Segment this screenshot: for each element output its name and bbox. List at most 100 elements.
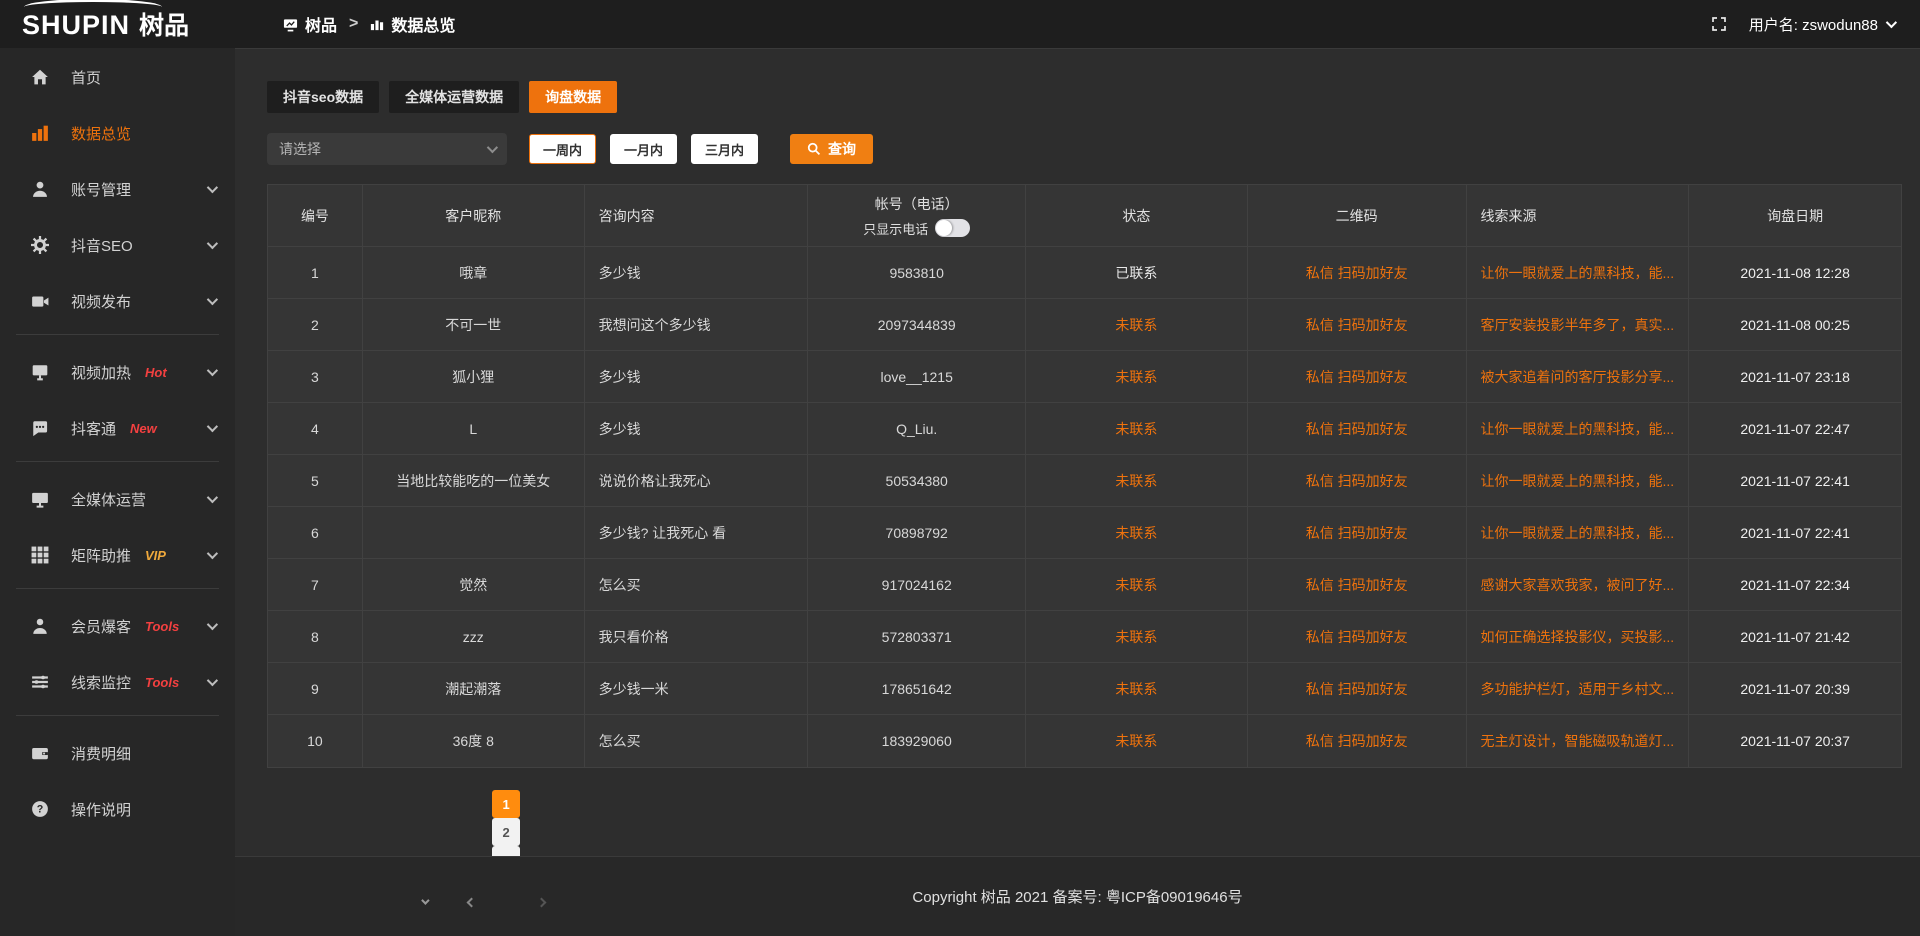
cell-no: 10	[268, 715, 363, 767]
cell-status: 未联系	[1026, 507, 1248, 559]
monitor-icon	[30, 490, 49, 509]
sidebar-divider	[16, 461, 219, 462]
cell-qr-action[interactable]: 私信 扫码加好友	[1248, 247, 1467, 299]
table-body: 1哦章多少钱9583810已联系私信 扫码加好友让你一眼就爱上的黑科技，能...…	[268, 247, 1901, 767]
cell-inquiry: 多少钱	[585, 247, 809, 299]
tab-omni-media-data[interactable]: 全媒体运营数据	[389, 81, 519, 113]
sidebar-item-member-burst[interactable]: 会员爆客 Tools	[0, 603, 235, 649]
grid-icon	[30, 546, 49, 565]
cell-account: Q_Liu.	[808, 403, 1026, 455]
page-button-1[interactable]: 1	[492, 790, 520, 818]
sidebar-item-data-overview[interactable]: 数据总览	[0, 110, 235, 156]
cell-inquiry: 怎么买	[585, 559, 809, 611]
cell-qr-action[interactable]: 私信 扫码加好友	[1248, 663, 1467, 715]
chevron-down-icon	[207, 238, 218, 249]
page-button-2[interactable]: 2	[492, 818, 520, 846]
range-week-button[interactable]: 一周内	[529, 134, 596, 164]
cell-status: 未联系	[1026, 611, 1248, 663]
cell-account: 2097344839	[808, 299, 1026, 351]
cell-qr-action[interactable]: 私信 扫码加好友	[1248, 351, 1467, 403]
cell-date: 2021-11-07 20:37	[1689, 715, 1901, 767]
sidebar-item-label: 线索监控	[71, 672, 131, 693]
cell-source-link[interactable]: 让你一眼就爱上的黑科技，能...	[1467, 507, 1690, 559]
chevron-down-icon	[207, 365, 218, 376]
fullscreen-icon[interactable]	[1711, 16, 1727, 32]
cell-inquiry: 多少钱? 让我死心 看	[585, 507, 809, 559]
tab-douyin-seo-data[interactable]: 抖音seo数据	[267, 81, 379, 113]
sidebar-item-home[interactable]: 首页	[0, 54, 235, 100]
cell-qr-action[interactable]: 私信 扫码加好友	[1248, 715, 1467, 767]
cell-qr-action[interactable]: 私信 扫码加好友	[1248, 403, 1467, 455]
cell-source-link[interactable]: 无主灯设计，智能磁吸轨道灯...	[1467, 715, 1690, 767]
phone-only-toggle[interactable]	[935, 219, 970, 237]
cell-qr-action[interactable]: 私信 扫码加好友	[1248, 559, 1467, 611]
sidebar-item-matrix-boost[interactable]: 矩阵助推 VIP	[0, 532, 235, 578]
breadcrumb-separator: >	[349, 15, 358, 33]
cell-qr-action[interactable]: 私信 扫码加好友	[1248, 611, 1467, 663]
sidebar-divider	[16, 334, 219, 335]
cell-no: 3	[268, 351, 363, 403]
cell-status: 未联系	[1026, 715, 1248, 767]
cell-nickname	[363, 507, 585, 559]
sidebar-item-expense-detail[interactable]: 消费明细	[0, 730, 235, 776]
cell-date: 2021-11-07 22:47	[1689, 403, 1901, 455]
cell-source-link[interactable]: 让你一眼就爱上的黑科技，能...	[1467, 403, 1690, 455]
sidebar-item-douyin-seo[interactable]: 抖音SEO	[0, 222, 235, 268]
person-icon	[30, 617, 49, 636]
new-badge: New	[130, 421, 157, 436]
user-menu[interactable]: 用户名: zswodun88	[1749, 14, 1894, 35]
phone-only-row: 只显示电话	[863, 219, 970, 238]
cell-source-link[interactable]: 感谢大家喜欢我家，被问了好...	[1467, 559, 1690, 611]
sidebar-item-lead-monitor[interactable]: 线索监控 Tools	[0, 659, 235, 705]
cell-source-link[interactable]: 让你一眼就爱上的黑科技，能...	[1467, 247, 1690, 299]
cell-nickname: 觉然	[363, 559, 585, 611]
chevron-down-icon	[1886, 17, 1897, 28]
cell-status: 未联系	[1026, 351, 1248, 403]
cell-qr-action[interactable]: 私信 扫码加好友	[1248, 507, 1467, 559]
query-button[interactable]: 查询	[790, 134, 873, 164]
sidebar-item-account-management[interactable]: 账号管理	[0, 166, 235, 212]
breadcrumb-item-home[interactable]: 树品	[283, 12, 337, 36]
range-month-button[interactable]: 一月内	[610, 134, 677, 164]
table-row: 7觉然怎么买917024162未联系私信 扫码加好友感谢大家喜欢我家，被问了好.…	[268, 559, 1901, 611]
app-root: SHUPIN 树品 树品 > 数据总览 用户名: zswodun88	[0, 0, 1920, 936]
breadcrumb: 树品 > 数据总览	[235, 12, 455, 36]
cell-source-link[interactable]: 被大家追着问的客厅投影分享...	[1467, 351, 1690, 403]
cell-qr-action[interactable]: 私信 扫码加好友	[1248, 299, 1467, 351]
main-content: 抖音seo数据 全媒体运营数据 询盘数据 请选择 一周内 一月内 三月内	[235, 49, 1920, 856]
cell-qr-action[interactable]: 私信 扫码加好友	[1248, 455, 1467, 507]
cell-date: 2021-11-07 21:42	[1689, 611, 1901, 663]
tab-inquiry-data[interactable]: 询盘数据	[529, 81, 617, 113]
chevron-down-icon	[207, 675, 218, 686]
cell-source-link[interactable]: 多功能护栏灯，适用于乡村文...	[1467, 663, 1690, 715]
sidebar-item-video-publish[interactable]: 视频发布	[0, 278, 235, 324]
table-row: 5当地比较能吃的一位美女说说价格让我死心50534380未联系私信 扫码加好友让…	[268, 455, 1901, 507]
sidebar-item-label: 全媒体运营	[71, 489, 146, 510]
cell-account: 9583810	[808, 247, 1026, 299]
table-row: 9潮起潮落多少钱一米178651642未联系私信 扫码加好友多功能护栏灯，适用于…	[268, 663, 1901, 715]
filter-select[interactable]: 请选择	[267, 133, 507, 165]
hot-badge: Hot	[145, 365, 167, 380]
cell-date: 2021-11-07 23:18	[1689, 351, 1901, 403]
username: 用户名: zswodun88	[1749, 14, 1878, 35]
sidebar-item-omni-media[interactable]: 全媒体运营	[0, 476, 235, 522]
cell-date: 2021-11-08 12:28	[1689, 247, 1901, 299]
col-header-source: 线索来源	[1467, 185, 1690, 247]
cell-account: 917024162	[808, 559, 1026, 611]
cell-source-link[interactable]: 如何正确选择投影仪，买投影...	[1467, 611, 1690, 663]
cell-nickname: 不可一世	[363, 299, 585, 351]
breadcrumb-item-current[interactable]: 数据总览	[370, 12, 455, 36]
range-quarter-button[interactable]: 三月内	[691, 134, 758, 164]
help-icon: ?	[30, 800, 49, 819]
cell-inquiry: 我想问这个多少钱	[585, 299, 809, 351]
cell-nickname: 哦章	[363, 247, 585, 299]
cell-source-link[interactable]: 让你一眼就爱上的黑科技，能...	[1467, 455, 1690, 507]
sidebar-item-instructions[interactable]: ? 操作说明	[0, 786, 235, 832]
cell-inquiry: 多少钱	[585, 351, 809, 403]
top-header: SHUPIN 树品 树品 > 数据总览 用户名: zswodun88	[0, 0, 1920, 48]
sidebar-item-video-heat[interactable]: 视频加热 Hot	[0, 349, 235, 395]
cell-no: 5	[268, 455, 363, 507]
cell-source-link[interactable]: 客厅安装投影半年多了，真实...	[1467, 299, 1690, 351]
sidebar-item-doukotong[interactable]: 抖客通 New	[0, 405, 235, 451]
cell-no: 9	[268, 663, 363, 715]
